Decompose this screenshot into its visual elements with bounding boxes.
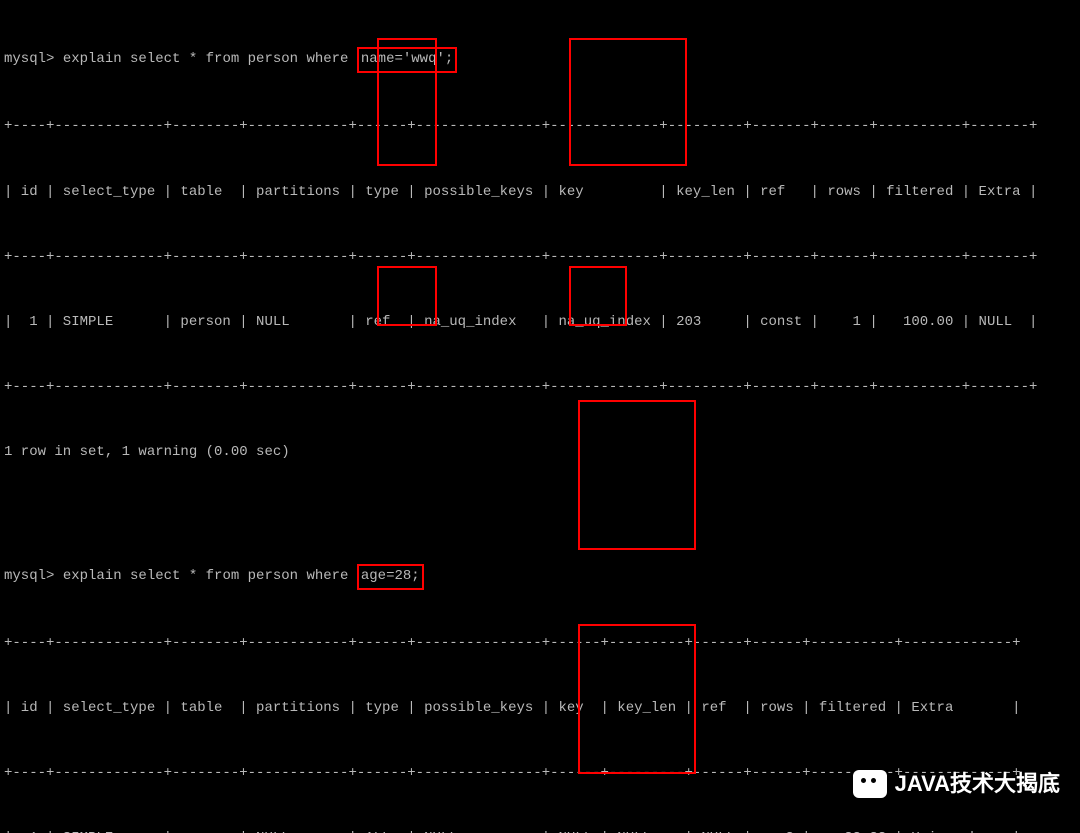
table-border: +----+-------------+--------+-----------… [4, 247, 1076, 269]
table-header-row: | id | select_type | table | partitions … [4, 698, 1076, 720]
table-data-row: | 1 | SIMPLE | person | NULL | ref | na_… [4, 312, 1076, 334]
table-border: +----+-------------+--------+-----------… [4, 377, 1076, 399]
sql-highlight-where: name='wwq'; [357, 47, 457, 73]
table-border: +----+-------------+--------+-----------… [4, 633, 1076, 655]
sql-pre: explain select * from person where [63, 568, 357, 584]
terminal-block-1: mysql> explain select * from person wher… [0, 0, 1080, 507]
sql-pre: explain select * from person where [63, 51, 357, 67]
sql-line-2: mysql> explain select * from person wher… [4, 564, 1076, 590]
sql-highlight-where: age=28; [357, 564, 424, 590]
table-border: +----+-------------+--------+-----------… [4, 116, 1076, 138]
wechat-icon [853, 770, 887, 798]
sql-line-1: mysql> explain select * from person wher… [4, 47, 1076, 73]
watermark: JAVA技术大揭底 [853, 767, 1060, 801]
terminal-screenshot: mysql> explain select * from person wher… [0, 0, 1080, 833]
table-data-row: | 1 | SIMPLE | person | NULL | ALL | NUL… [4, 828, 1076, 833]
result-msg: 1 row in set, 1 warning (0.00 sec) [4, 442, 1076, 464]
mysql-prompt: mysql> [4, 51, 63, 67]
table-header-row: | id | select_type | table | partitions … [4, 182, 1076, 204]
watermark-text: JAVA技术大揭底 [895, 767, 1060, 801]
mysql-prompt: mysql> [4, 568, 63, 584]
